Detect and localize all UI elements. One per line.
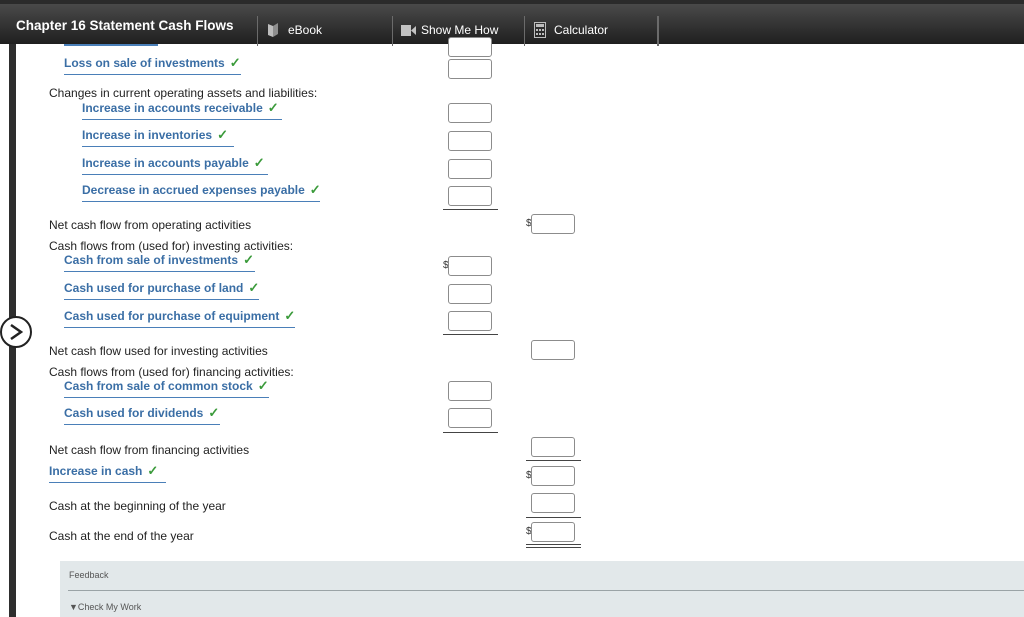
amount-input-loss-sale[interactable] (448, 59, 492, 79)
subtotal-rule (526, 517, 581, 518)
select-label: Cash from sale of investments (64, 253, 239, 267)
toolbar: Chapter 16 Statement Cash Flows eBook Sh… (0, 4, 1024, 46)
book-icon (267, 22, 279, 41)
page-title: Chapter 16 Statement Cash Flows (16, 18, 234, 33)
investing-heading: Cash flows from (used for) investing act… (49, 239, 294, 253)
select-label: Cash used for purchase of land (64, 281, 244, 295)
double-rule-top (526, 544, 581, 545)
check-icon: ✓ (229, 55, 241, 70)
select-label: Increase in accounts receivable (82, 101, 263, 115)
amount-input-cash-dividends[interactable] (448, 408, 492, 428)
amount-input-net-operating[interactable] (531, 214, 575, 234)
changes-heading: Changes in current operating assets and … (49, 86, 318, 100)
net-operating-label: Net cash flow from operating activities (49, 218, 252, 232)
select-cash-from-sale-of-common-stock[interactable]: Cash from sale of common stock ✓ (64, 378, 269, 398)
select-decrease-in-accrued-expenses-payable[interactable]: Decrease in accrued expenses payable ✓ (82, 182, 321, 202)
select-label: Loss on sale of investments (64, 56, 225, 70)
select-label: Increase in accounts payable (82, 156, 249, 170)
select-cash-used-for-purchase-of-land[interactable]: Cash used for purchase of land ✓ (64, 280, 259, 300)
feedback-divider (68, 590, 1024, 591)
check-icon: ✓ (309, 182, 321, 197)
check-icon: ✓ (267, 100, 279, 115)
feedback-panel: Feedback ▼Check My Work (60, 561, 1024, 617)
check-icon: ✓ (243, 252, 254, 267)
amount-input-cash-beginning[interactable] (531, 493, 575, 513)
amount-input-dec-accrued[interactable] (448, 186, 492, 206)
check-icon: ✓ (208, 405, 220, 420)
cash-end-label: Cash at the end of the year (49, 529, 194, 543)
amount-input-net-investing[interactable] (531, 340, 575, 360)
check-icon: ✓ (248, 280, 260, 295)
financing-heading: Cash flows from (used for) financing act… (49, 365, 294, 379)
select-label: Cash from sale of common stock (64, 379, 253, 393)
check-my-work-toggle[interactable]: ▼Check My Work (69, 602, 141, 612)
check-icon: ✓ (217, 127, 228, 142)
amount-input-cash-equipment[interactable] (448, 311, 492, 331)
select-increase-in-cash[interactable]: Increase in cash ✓ (49, 463, 166, 483)
select-increase-in-inventories[interactable]: Increase in inventories ✓ (82, 127, 234, 147)
amount-input-partial[interactable] (448, 37, 492, 57)
check-icon: ✓ (147, 463, 159, 478)
subtotal-rule (443, 334, 498, 335)
net-financing-label: Net cash flow from financing activities (49, 443, 250, 457)
select-loss-on-sale-of-investments[interactable]: Loss on sale of investments ✓ (64, 55, 241, 75)
amount-input-inc-ap[interactable] (448, 159, 492, 179)
partial-row-underline (64, 44, 158, 46)
subtotal-rule (526, 460, 581, 461)
amount-input-cash-common[interactable] (448, 381, 492, 401)
select-label: Cash used for purchase of equipment (64, 309, 280, 323)
subtotal-rule (443, 209, 498, 210)
amount-input-cash-land[interactable] (448, 284, 492, 304)
calculator-tab[interactable]: Calculator (524, 16, 658, 46)
select-cash-used-for-purchase-of-equipment[interactable]: Cash used for purchase of equipment ✓ (64, 308, 295, 328)
select-label: Cash used for dividends (64, 406, 204, 420)
ebook-tab[interactable]: eBook (257, 16, 393, 46)
select-increase-in-accounts-payable[interactable]: Increase in accounts payable ✓ (82, 155, 268, 175)
cash-beginning-label: Cash at the beginning of the year (49, 499, 226, 513)
chevron-right-icon (10, 324, 23, 340)
select-cash-used-for-dividends[interactable]: Cash used for dividends ✓ (64, 405, 220, 425)
check-icon: ✓ (253, 155, 265, 170)
select-cash-from-sale-of-investments[interactable]: Cash from sale of investments ✓ (64, 252, 255, 272)
calculator-icon (534, 22, 546, 41)
net-investing-label: Net cash flow used for investing activit… (49, 344, 268, 358)
amount-input-net-financing[interactable] (531, 437, 575, 457)
double-rule-bottom (526, 547, 581, 548)
amount-input-cash-end[interactable] (531, 522, 575, 542)
expand-arrow-button[interactable] (0, 316, 32, 348)
feedback-title: Feedback (69, 570, 109, 580)
subtotal-rule (443, 432, 498, 433)
amount-input-cash-sale-inv[interactable] (448, 256, 492, 276)
amount-input-inc-inv[interactable] (448, 131, 492, 151)
show-me-how-label: Show Me How (421, 23, 499, 37)
video-icon (401, 25, 416, 39)
check-icon: ✓ (284, 308, 296, 323)
select-label: Decrease in accrued expenses payable (82, 183, 305, 197)
tab-divider (657, 16, 659, 46)
select-label: Increase in inventories (82, 128, 213, 142)
amount-input-inc-ar[interactable] (448, 103, 492, 123)
ebook-label: eBook (288, 23, 323, 37)
select-label: Increase in cash (49, 464, 143, 478)
calculator-label: Calculator (554, 23, 609, 37)
check-icon: ✓ (257, 378, 269, 393)
select-increase-in-accounts-receivable[interactable]: Increase in accounts receivable ✓ (82, 100, 282, 120)
amount-input-increase-cash[interactable] (531, 466, 575, 486)
